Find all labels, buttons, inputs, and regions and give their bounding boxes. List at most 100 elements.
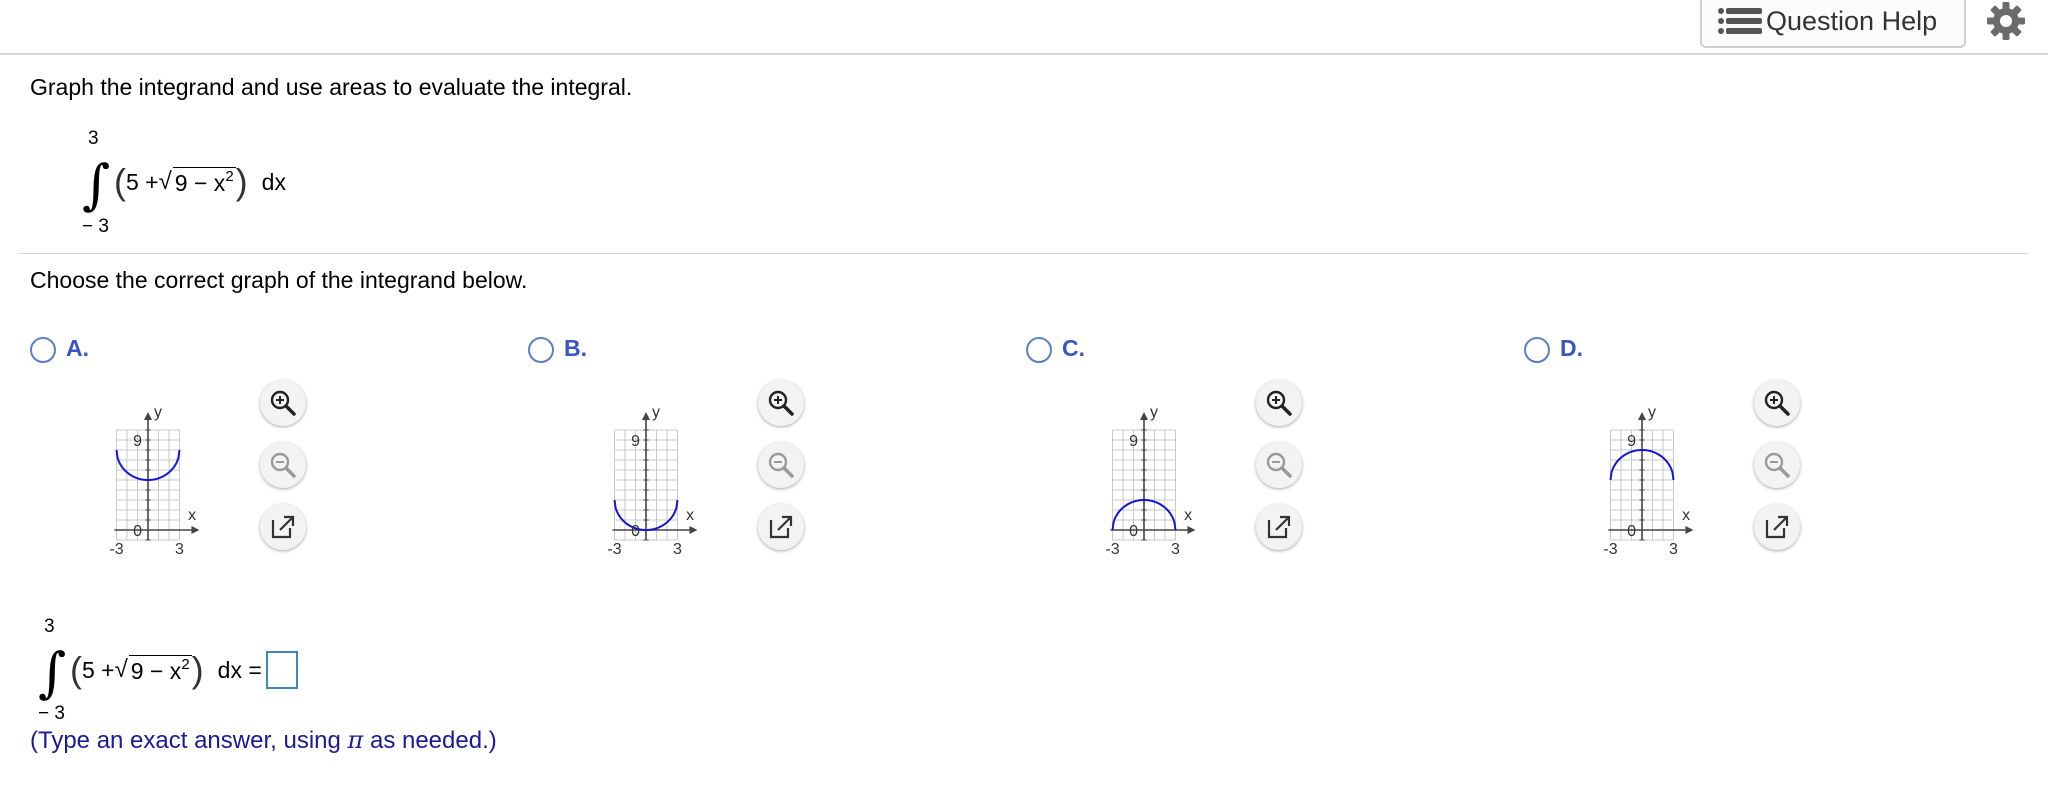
answer-exponent: 2 <box>181 656 190 673</box>
x-max-label: 3 <box>175 541 184 558</box>
answer-integral-sign: ∫ <box>38 641 67 704</box>
answer-equals-label: dx = <box>217 656 262 683</box>
integrand-graph: y x 9 0 -3 3 <box>109 404 200 558</box>
option-letter[interactable]: A. <box>66 335 89 362</box>
zoom-out-button[interactable] <box>260 442 306 488</box>
zoom-in-button[interactable] <box>758 380 804 426</box>
answer-close-paren: ) <box>191 649 204 690</box>
option-b-radio[interactable] <box>528 337 554 363</box>
integral-sign: ∫ <box>82 153 111 216</box>
axes <box>1608 418 1689 540</box>
question-help-label: Question Help <box>1766 5 1938 36</box>
x-axis-label: x <box>686 507 694 524</box>
answer-radical-sign: √ <box>114 656 128 683</box>
answer-lower-limit: − 3 <box>38 703 65 724</box>
origin-label: 0 <box>1129 523 1138 540</box>
origin-label: 0 <box>1627 523 1636 540</box>
answer-square-root: √ 9 − x2 <box>115 655 192 685</box>
question-prompt: Graph the integrand and use areas to eva… <box>30 74 633 100</box>
x-max-label: 3 <box>1669 541 1678 558</box>
open-new-window-button[interactable] <box>1256 504 1302 550</box>
radical-sign: √ <box>158 168 172 195</box>
open-new-window-icon <box>1267 515 1291 539</box>
section-divider <box>18 253 2028 254</box>
hint-pi: π <box>347 726 364 754</box>
option-d-radio[interactable] <box>1524 337 1550 363</box>
open-new-window-button[interactable] <box>758 504 804 550</box>
origin-label: 0 <box>631 523 640 540</box>
open-new-window-icon <box>1765 515 1789 539</box>
integrand-graph: y x 9 0 -3 3 <box>607 404 698 558</box>
open-new-window-button[interactable] <box>1754 504 1800 550</box>
square-root: √ 9 − x2 <box>159 167 236 197</box>
zoom-in-icon <box>270 390 296 416</box>
option-letter[interactable]: C. <box>1062 335 1085 362</box>
option-c: C. y x 9 0 -3 3 <box>1026 335 1326 575</box>
y-axis-label: y <box>154 404 162 421</box>
y-tick-label: 9 <box>1627 433 1636 450</box>
zoom-out-icon <box>1764 452 1790 478</box>
list-icon <box>1718 8 1762 34</box>
option-a-radio[interactable] <box>30 337 56 363</box>
radicand: 9 − x <box>174 170 226 196</box>
y-axis-label: y <box>1150 404 1158 421</box>
integrand-graph: y x 9 0 -3 3 <box>1105 404 1196 558</box>
y-tick-label: 9 <box>1129 433 1138 450</box>
zoom-in-icon <box>1266 390 1292 416</box>
open-new-window-button[interactable] <box>260 504 306 550</box>
answer-radicand: 9 − x <box>130 658 182 684</box>
zoom-out-button[interactable] <box>1754 442 1800 488</box>
answer-hint: (Type an exact answer, using π as needed… <box>30 726 497 755</box>
option-letter[interactable]: B. <box>564 335 587 362</box>
option-a: A. y x 9 0 -3 3 <box>30 335 330 575</box>
hint-text-before: (Type an exact answer, using <box>30 727 348 754</box>
integrand-constant: 5 + <box>126 168 159 195</box>
zoom-out-icon <box>1266 452 1292 478</box>
hint-text-after: as needed.) <box>363 727 497 754</box>
y-tick-label: 9 <box>133 433 142 450</box>
zoom-in-button[interactable] <box>1754 380 1800 426</box>
upper-limit: 3 <box>88 128 99 149</box>
gear-icon[interactable] <box>1985 0 2027 42</box>
top-bar: Question Help <box>0 0 2048 55</box>
option-b: B. y x 9 0 -3 3 <box>528 335 828 575</box>
y-tick-label: 9 <box>631 433 640 450</box>
zoom-out-icon <box>768 452 794 478</box>
zoom-in-button[interactable] <box>260 380 306 426</box>
zoom-out-button[interactable] <box>1256 442 1302 488</box>
lower-limit: − 3 <box>82 216 109 237</box>
answer-open-paren: ( <box>70 649 82 690</box>
x-min-label: -3 <box>109 541 123 558</box>
answer-upper-limit: 3 <box>44 616 55 637</box>
axes <box>1110 418 1191 540</box>
choose-instruction: Choose the correct graph of the integran… <box>30 267 528 293</box>
y-axis-label: y <box>652 404 660 421</box>
option-c-radio[interactable] <box>1026 337 1052 363</box>
zoom-in-icon <box>1764 390 1790 416</box>
zoom-in-icon <box>768 390 794 416</box>
zoom-out-button[interactable] <box>758 442 804 488</box>
differential: dx <box>261 168 286 195</box>
x-max-label: 3 <box>1171 541 1180 558</box>
question-help-button[interactable]: Question Help <box>1700 0 1966 48</box>
x-max-label: 3 <box>673 541 682 558</box>
x-min-label: -3 <box>1603 541 1617 558</box>
exponent: 2 <box>225 168 234 185</box>
zoom-in-button[interactable] <box>1256 380 1302 426</box>
open-new-window-icon <box>769 515 793 539</box>
zoom-out-icon <box>270 452 296 478</box>
close-paren: ) <box>235 161 248 202</box>
option-d: D. y x 9 0 -3 3 <box>1524 335 1824 575</box>
answer-integrand-constant: 5 + <box>82 656 115 683</box>
x-axis-label: x <box>188 507 196 524</box>
origin-label: 0 <box>133 523 142 540</box>
x-min-label: -3 <box>607 541 621 558</box>
answer-input[interactable] <box>265 651 298 689</box>
integrand-graph: y x 9 0 -3 3 <box>1603 404 1694 558</box>
x-min-label: -3 <box>1105 541 1119 558</box>
option-letter[interactable]: D. <box>1560 335 1583 362</box>
open-new-window-icon <box>271 515 295 539</box>
open-paren: ( <box>114 161 126 202</box>
x-axis-label: x <box>1184 507 1192 524</box>
y-axis-label: y <box>1648 404 1656 421</box>
